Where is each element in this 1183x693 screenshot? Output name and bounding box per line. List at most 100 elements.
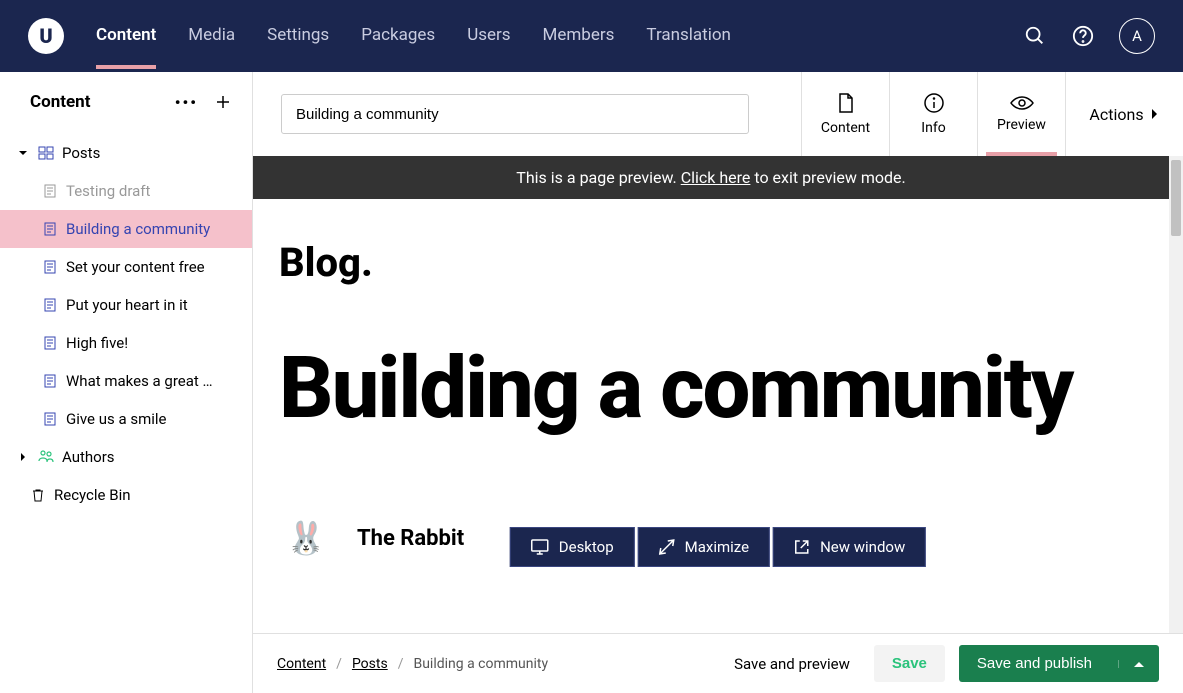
- btn-label: Desktop: [559, 538, 614, 556]
- nav-item-translation[interactable]: Translation: [646, 3, 731, 69]
- breadcrumb-current: Building a community: [413, 656, 548, 672]
- tab-label: Info: [921, 120, 945, 136]
- tab-preview[interactable]: Preview: [977, 72, 1065, 156]
- content-area: Content Info Preview Actions: [253, 72, 1183, 693]
- tab-actions[interactable]: Actions: [1065, 72, 1183, 156]
- save-button[interactable]: Save: [874, 645, 945, 682]
- eye-icon: [1010, 95, 1034, 111]
- nav-item-members[interactable]: Members: [543, 3, 615, 69]
- device-new-window-button[interactable]: New window: [773, 527, 926, 567]
- tree-recycle-bin[interactable]: Recycle Bin: [0, 476, 252, 514]
- btn-label: New window: [820, 538, 905, 556]
- tree-group-label: Authors: [62, 448, 115, 466]
- nav-items: Content Media Settings Packages Users Me…: [96, 3, 731, 69]
- device-buttons: Desktop Maximize New window: [510, 527, 926, 567]
- chevron-right-icon: [1150, 107, 1160, 121]
- main-layout: Content ••• Posts Testing dr: [0, 72, 1183, 693]
- tab-info[interactable]: Info: [889, 72, 977, 156]
- tree-group-label: Posts: [62, 144, 100, 162]
- preview-body: Blog. Building a community 🐰 The Rabbit: [253, 199, 1169, 633]
- breadcrumb: Content / Posts / Building a community: [277, 656, 548, 672]
- nav-item-media[interactable]: Media: [188, 3, 235, 69]
- btn-label: Maximize: [685, 538, 749, 556]
- nav-item-users[interactable]: Users: [467, 3, 510, 69]
- tree-item-label: Testing draft: [66, 182, 150, 200]
- nav-item-settings[interactable]: Settings: [267, 3, 329, 69]
- scrollbar[interactable]: [1169, 156, 1183, 633]
- header-tabs: Content Info Preview Actions: [801, 72, 1183, 156]
- device-desktop-button[interactable]: Desktop: [510, 527, 635, 567]
- tree-item-building-community[interactable]: Building a community: [0, 210, 252, 248]
- external-link-icon: [794, 539, 810, 555]
- sidebar-title: Content: [30, 92, 90, 112]
- tree-item-label: Set your content free: [66, 258, 205, 276]
- tree-item-label: Recycle Bin: [54, 486, 131, 504]
- save-and-publish-button[interactable]: Save and publish: [959, 645, 1159, 682]
- title-input[interactable]: [281, 94, 749, 134]
- document-icon: [42, 297, 58, 313]
- add-icon[interactable]: [214, 93, 232, 111]
- content-header: Content Info Preview Actions: [253, 72, 1183, 156]
- author-name: The Rabbit: [357, 526, 464, 551]
- document-icon: [42, 373, 58, 389]
- exit-preview-link[interactable]: Click here: [681, 168, 751, 187]
- blog-label: Blog.: [279, 239, 1169, 286]
- help-icon[interactable]: [1071, 24, 1095, 48]
- btn-label: Save and publish: [977, 655, 1092, 672]
- nav-item-content[interactable]: Content: [96, 3, 156, 69]
- tab-content[interactable]: Content: [801, 72, 889, 156]
- tree-item-set-content-free[interactable]: Set your content free: [0, 248, 252, 286]
- breadcrumb-separator: /: [398, 656, 404, 672]
- caret-right-icon: [16, 452, 30, 462]
- tab-label: Actions: [1089, 105, 1143, 124]
- save-and-preview-button[interactable]: Save and preview: [724, 647, 860, 681]
- breadcrumb-content[interactable]: Content: [277, 656, 326, 672]
- blog-title: Building a community: [279, 346, 1169, 431]
- more-icon[interactable]: •••: [175, 93, 198, 112]
- breadcrumb-separator: /: [336, 656, 342, 672]
- device-maximize-button[interactable]: Maximize: [638, 527, 770, 567]
- breadcrumb-posts[interactable]: Posts: [352, 656, 388, 672]
- tree-group-posts[interactable]: Posts: [0, 134, 252, 172]
- tree: Posts Testing draft Building a community…: [0, 132, 252, 516]
- document-icon: [42, 259, 58, 275]
- scrollbar-thumb[interactable]: [1171, 160, 1181, 236]
- tab-label: Content: [821, 120, 870, 136]
- caret-down-icon: [16, 148, 30, 158]
- preview-wrapper: This is a page preview. Click here to ex…: [253, 156, 1183, 633]
- tree-group-authors[interactable]: Authors: [0, 438, 252, 476]
- author-avatar: 🐰: [279, 511, 333, 565]
- tab-label: Preview: [997, 117, 1046, 133]
- tree-item-what-makes-great[interactable]: What makes a great …: [0, 362, 252, 400]
- avatar[interactable]: A: [1119, 18, 1155, 54]
- document-icon: [42, 335, 58, 351]
- info-icon: [923, 92, 945, 114]
- tree-item-high-five[interactable]: High five!: [0, 324, 252, 362]
- chevron-up-icon[interactable]: [1118, 660, 1145, 668]
- tree-item-label: Building a community: [66, 220, 210, 238]
- posts-icon: [38, 145, 54, 161]
- logo[interactable]: U: [28, 18, 64, 54]
- search-icon[interactable]: [1023, 24, 1047, 48]
- sidebar: Content ••• Posts Testing dr: [0, 72, 253, 693]
- nav-item-packages[interactable]: Packages: [361, 3, 435, 69]
- banner-suffix: to exit preview mode.: [750, 168, 905, 187]
- document-icon: [42, 411, 58, 427]
- document-icon: [42, 221, 58, 237]
- tree-item-testing-draft[interactable]: Testing draft: [0, 172, 252, 210]
- tree-item-label: What makes a great …: [66, 372, 213, 390]
- footer: Content / Posts / Building a community S…: [253, 633, 1183, 693]
- top-navigation: U Content Media Settings Packages Users …: [0, 0, 1183, 72]
- preview-banner: This is a page preview. Click here to ex…: [253, 156, 1169, 199]
- tree-item-label: Put your heart in it: [66, 296, 188, 314]
- desktop-icon: [531, 539, 549, 555]
- document-icon: [836, 92, 856, 114]
- banner-text: This is a page preview.: [516, 168, 680, 187]
- tree-item-put-your-heart[interactable]: Put your heart in it: [0, 286, 252, 324]
- trash-icon: [30, 487, 46, 503]
- tree-item-give-us-smile[interactable]: Give us a smile: [0, 400, 252, 438]
- tree-item-label: High five!: [66, 334, 128, 352]
- sidebar-header: Content •••: [0, 72, 252, 132]
- topnav-right: A: [1023, 18, 1155, 54]
- maximize-icon: [659, 539, 675, 555]
